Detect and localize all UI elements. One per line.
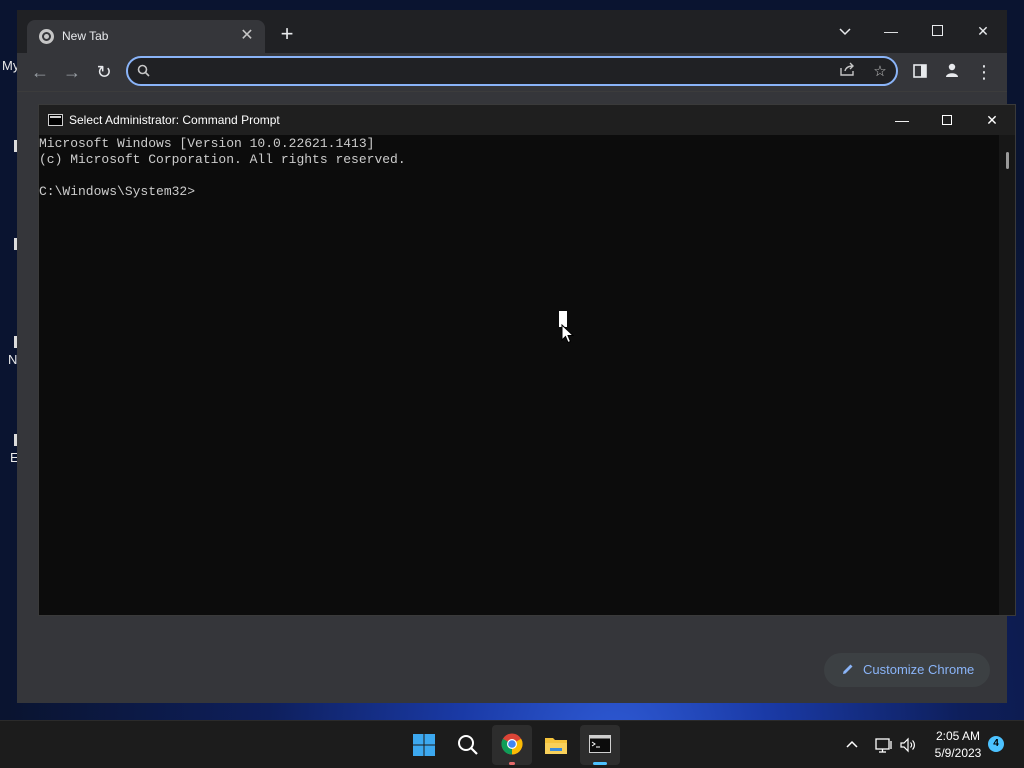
tab-strip: New Tab ✕ + — ✕ <box>17 10 1007 53</box>
maximize-button[interactable] <box>914 16 960 46</box>
start-button[interactable] <box>404 725 444 765</box>
tab-new-tab[interactable]: New Tab ✕ <box>27 20 265 53</box>
chrome-favicon-icon <box>39 29 54 44</box>
command-prompt-icon <box>48 114 63 126</box>
chrome-icon <box>501 733 523 755</box>
running-indicator <box>509 762 515 765</box>
forward-icon[interactable]: → <box>60 60 84 84</box>
cmd-title-bar[interactable]: Select Administrator: Command Prompt — ✕ <box>39 105 1015 135</box>
new-tab-button[interactable]: + <box>275 23 299 47</box>
close-button[interactable]: ✕ <box>960 16 1006 46</box>
search-icon <box>137 64 150 77</box>
cmd-window-title: Select Administrator: Command Prompt <box>69 113 280 127</box>
cmd-minimize-button[interactable]: — <box>879 105 925 135</box>
taskbar-command-prompt-button[interactable] <box>580 725 620 765</box>
customize-chrome-label: Customize Chrome <box>863 662 975 677</box>
console-line: Microsoft Windows [Version 10.0.22621.14… <box>39 136 375 151</box>
pencil-icon <box>843 664 853 674</box>
network-icon[interactable] <box>874 735 894 755</box>
reload-icon[interactable]: ↻ <box>92 60 116 84</box>
search-icon <box>458 735 478 755</box>
tab-close-icon[interactable]: ✕ <box>237 26 257 46</box>
share-icon[interactable] <box>838 62 858 82</box>
console-line: (c) Microsoft Corporation. All rights re… <box>39 152 406 167</box>
customize-chrome-button[interactable]: Customize Chrome <box>824 653 990 687</box>
show-hidden-icons-chevron-icon[interactable] <box>843 735 861 753</box>
active-indicator <box>593 762 607 765</box>
cmd-scrollbar[interactable] <box>999 135 1015 615</box>
cmd-maximize-button[interactable] <box>924 105 970 135</box>
taskbar-file-explorer-button[interactable] <box>536 725 576 765</box>
start-icon <box>413 734 435 756</box>
back-icon[interactable]: ← <box>28 60 52 84</box>
toolbar: ← → ↻ ☆ ⋮ <box>17 53 1007 91</box>
clock-time[interactable]: 2:05 AM <box>930 729 986 743</box>
taskbar: 2:05 AM 5/9/2023 4 <box>0 720 1024 768</box>
desktop-icon-label[interactable]: N <box>8 352 17 367</box>
profile-icon[interactable] <box>940 60 964 84</box>
bookmark-star-icon[interactable]: ☆ <box>870 62 890 82</box>
volume-icon[interactable] <box>898 735 918 755</box>
toolbar-divider <box>17 91 1007 92</box>
address-input[interactable] <box>158 62 808 82</box>
taskbar-chrome-button[interactable] <box>492 725 532 765</box>
notification-badge[interactable]: 4 <box>988 736 1004 752</box>
command-prompt-icon <box>589 735 611 753</box>
file-explorer-icon <box>545 738 567 754</box>
console-prompt: C:\Windows\System32> <box>39 184 196 199</box>
omnibox[interactable]: ☆ <box>126 56 898 86</box>
cmd-close-button[interactable]: ✕ <box>969 105 1015 135</box>
tab-title: New Tab <box>62 29 109 43</box>
console-output[interactable]: Microsoft Windows [Version 10.0.22621.14… <box>39 135 999 615</box>
minimize-button[interactable]: — <box>868 16 914 46</box>
taskbar-search-button[interactable] <box>448 725 488 765</box>
cmd-scroll-thumb[interactable] <box>1006 152 1009 169</box>
side-panel-icon[interactable] <box>908 60 932 84</box>
tab-search-chevron-icon[interactable] <box>822 16 868 46</box>
clock-date[interactable]: 5/9/2023 <box>928 746 988 760</box>
command-prompt-window: Select Administrator: Command Prompt — ✕… <box>38 104 1016 616</box>
mouse-pointer-icon <box>561 324 575 344</box>
menu-kebab-icon[interactable]: ⋮ <box>972 60 996 84</box>
